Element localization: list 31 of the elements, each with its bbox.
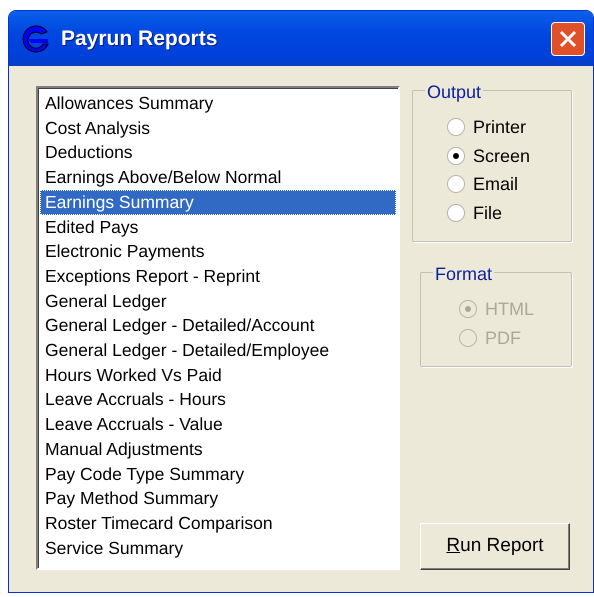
report-item[interactable]: Hours Worked Vs Paid xyxy=(40,362,396,388)
radio-label[interactable]: Email xyxy=(473,170,518,198)
report-item[interactable]: Cost Analysis xyxy=(40,116,396,140)
radio-label[interactable]: Printer xyxy=(473,113,526,142)
run-report-button[interactable]: Run Report xyxy=(420,523,570,570)
report-item[interactable]: Roster Timecard Comparison xyxy=(40,510,396,536)
report-item[interactable]: General Ledger xyxy=(40,288,396,314)
radio-label[interactable]: File xyxy=(473,198,502,227)
radio-label[interactable]: Screen xyxy=(473,142,530,170)
report-item[interactable]: Exceptions Report - Reprint xyxy=(40,264,396,289)
report-item[interactable]: Earnings Above/Below Normal xyxy=(40,165,396,190)
report-item[interactable]: Leave Accruals - Value xyxy=(40,412,396,437)
report-item[interactable]: Pay Method Summary xyxy=(40,486,396,511)
report-item[interactable]: Edited Pays xyxy=(40,214,396,240)
report-item[interactable]: Deductions xyxy=(40,140,396,166)
report-item[interactable]: Service Summary xyxy=(40,536,396,560)
report-item[interactable]: General Ledger - Detailed/Account xyxy=(40,313,396,338)
close-icon xyxy=(558,28,578,48)
radio-button[interactable] xyxy=(447,175,465,194)
report-item[interactable]: Allowances Summary xyxy=(40,91,396,116)
radio-button[interactable] xyxy=(447,204,465,222)
report-item[interactable]: Earnings Summary xyxy=(40,190,396,215)
radio-button[interactable] xyxy=(447,118,465,136)
close-button[interactable] xyxy=(551,22,585,56)
report-item[interactable]: Pay Code Type Summary xyxy=(40,462,396,486)
report-item[interactable]: Manual Adjustments xyxy=(40,436,396,462)
report-item[interactable]: Leave Accruals - Hours xyxy=(40,387,396,412)
radio-button[interactable] xyxy=(447,146,465,165)
report-item[interactable]: General Ledger - Detailed/Employee xyxy=(40,338,396,363)
window-title: Payrun Reports xyxy=(61,26,218,52)
report-item[interactable]: Electronic Payments xyxy=(40,239,396,264)
